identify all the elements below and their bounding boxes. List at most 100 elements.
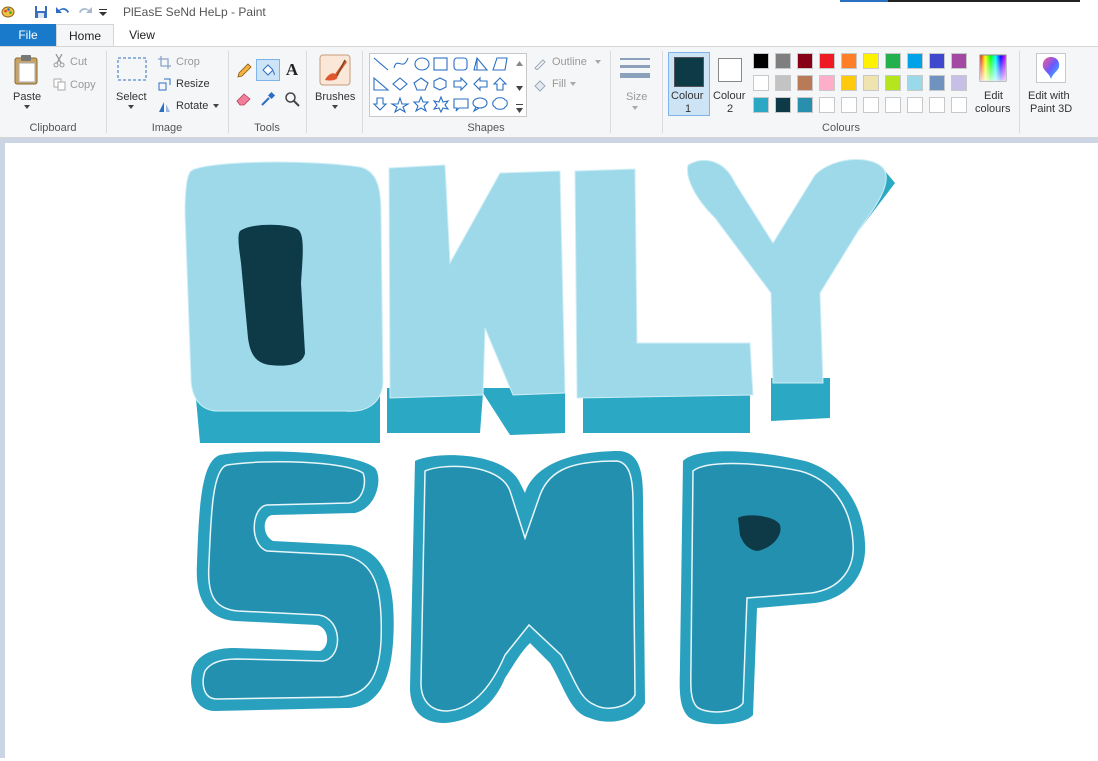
select-dropdown-icon[interactable] [127, 104, 135, 110]
colour-2-swatch[interactable] [718, 58, 742, 82]
select-button[interactable]: Select [116, 91, 147, 103]
paste-dropdown-icon[interactable] [23, 104, 31, 110]
palette-swatch[interactable] [863, 75, 879, 91]
paste-icon[interactable] [12, 53, 42, 87]
letter-p [690, 462, 854, 713]
palette-swatch[interactable] [929, 75, 945, 91]
save-icon[interactable] [32, 3, 50, 21]
palette-swatch[interactable] [951, 75, 967, 91]
resize-button[interactable]: Resize [176, 78, 210, 90]
palette-swatch[interactable] [819, 75, 835, 91]
palette-swatch[interactable] [819, 97, 835, 113]
letter-s [202, 460, 383, 700]
title-accent-bar [840, 0, 888, 2]
redo-icon[interactable] [76, 3, 94, 21]
palette-swatch[interactable] [885, 53, 901, 69]
select-icon[interactable] [116, 56, 148, 82]
fill-dropdown-icon[interactable] [569, 81, 577, 87]
colour-1-swatch [674, 57, 704, 87]
crop-icon[interactable] [157, 55, 171, 69]
palette-swatch[interactable] [841, 75, 857, 91]
size-dropdown-icon[interactable] [631, 105, 639, 111]
paint-3d-icon[interactable] [1036, 53, 1066, 83]
cut-button[interactable]: Cut [70, 56, 87, 68]
outline-button[interactable]: Outline [552, 56, 587, 68]
palette-swatch[interactable] [841, 97, 857, 113]
group-separator [228, 51, 229, 133]
palette-swatch[interactable] [951, 53, 967, 69]
outline-icon[interactable] [532, 55, 548, 71]
title-dark-bar [888, 0, 1080, 2]
shapes-gallery[interactable] [369, 53, 515, 117]
crop-button[interactable]: Crop [176, 56, 200, 68]
clipboard-group-label: Clipboard [29, 122, 77, 134]
brushes-icon[interactable] [318, 53, 352, 87]
undo-icon[interactable] [54, 3, 72, 21]
customize-quick-access-icon[interactable] [97, 3, 109, 21]
palette-swatch[interactable] [907, 53, 923, 69]
size-icon[interactable] [618, 55, 652, 85]
canvas-workspace [0, 138, 1098, 758]
palette-swatch[interactable] [863, 97, 879, 113]
brushes-button[interactable]: Brushes [315, 91, 355, 103]
magnifier-icon[interactable] [282, 89, 302, 109]
palette-swatch[interactable] [929, 53, 945, 69]
shapes-scrollbar[interactable] [513, 53, 527, 117]
cut-icon[interactable] [52, 54, 66, 68]
shapes-group-label: Shapes [467, 122, 505, 134]
brushes-dropdown-icon[interactable] [331, 104, 339, 110]
palette-swatch[interactable] [753, 97, 769, 113]
palette-swatch[interactable] [863, 53, 879, 69]
group-separator [610, 51, 611, 133]
palette-swatch[interactable] [797, 97, 813, 113]
group-separator [1019, 51, 1020, 133]
fill-button[interactable]: Fill [552, 78, 566, 90]
colour-picker-icon[interactable] [258, 89, 278, 109]
palette-swatch[interactable] [907, 75, 923, 91]
colour-1-label-line2: 1 [685, 103, 692, 115]
palette-swatch[interactable] [775, 97, 791, 113]
fill-icon[interactable] [532, 77, 548, 93]
paint-app-icon[interactable] [0, 3, 16, 21]
ribbon-tabs: File Home View [0, 24, 1098, 47]
palette-swatch[interactable] [907, 97, 923, 113]
edit-colours-icon[interactable] [978, 53, 1008, 83]
palette-swatch[interactable] [819, 53, 835, 69]
palette-swatch[interactable] [951, 97, 967, 113]
ribbon: Paste Cut Copy Clipboard Select Crop Res… [0, 46, 1098, 138]
rotate-icon[interactable] [157, 99, 171, 113]
outline-dropdown-icon[interactable] [594, 59, 602, 65]
resize-icon[interactable] [157, 77, 171, 91]
palette-swatch[interactable] [775, 75, 791, 91]
paint-3d-label-line2[interactable]: Paint 3D [1030, 103, 1072, 115]
palette-swatch[interactable] [885, 97, 901, 113]
copy-icon[interactable] [52, 77, 66, 91]
group-separator [306, 51, 307, 133]
text-tool-icon[interactable]: A [282, 60, 302, 80]
rotate-dropdown-icon[interactable] [212, 103, 220, 109]
drawing-canvas[interactable] [5, 143, 1098, 758]
copy-button[interactable]: Copy [70, 79, 96, 91]
edit-colours-label-line2[interactable]: colours [975, 103, 1010, 115]
rotate-button[interactable]: Rotate [176, 100, 208, 112]
edit-colours-label-line1[interactable]: Edit [984, 90, 1003, 102]
palette-swatch[interactable] [775, 53, 791, 69]
size-button[interactable]: Size [626, 91, 647, 103]
smp-group [191, 451, 866, 725]
eraser-icon[interactable] [234, 89, 254, 109]
palette-swatch[interactable] [885, 75, 901, 91]
palette-swatch[interactable] [753, 53, 769, 69]
pencil-icon[interactable] [234, 61, 254, 81]
tab-view[interactable]: View [120, 24, 164, 46]
fill-bucket-icon[interactable] [256, 59, 280, 81]
palette-swatch[interactable] [797, 53, 813, 69]
palette-swatch[interactable] [797, 75, 813, 91]
paste-button[interactable]: Paste [13, 91, 41, 103]
letter-n [388, 164, 566, 399]
palette-swatch[interactable] [841, 53, 857, 69]
tab-file[interactable]: File [0, 24, 56, 46]
tab-home[interactable]: Home [56, 24, 114, 47]
paint-3d-label-line1[interactable]: Edit with [1028, 90, 1070, 102]
palette-swatch[interactable] [929, 97, 945, 113]
palette-swatch[interactable] [753, 75, 769, 91]
